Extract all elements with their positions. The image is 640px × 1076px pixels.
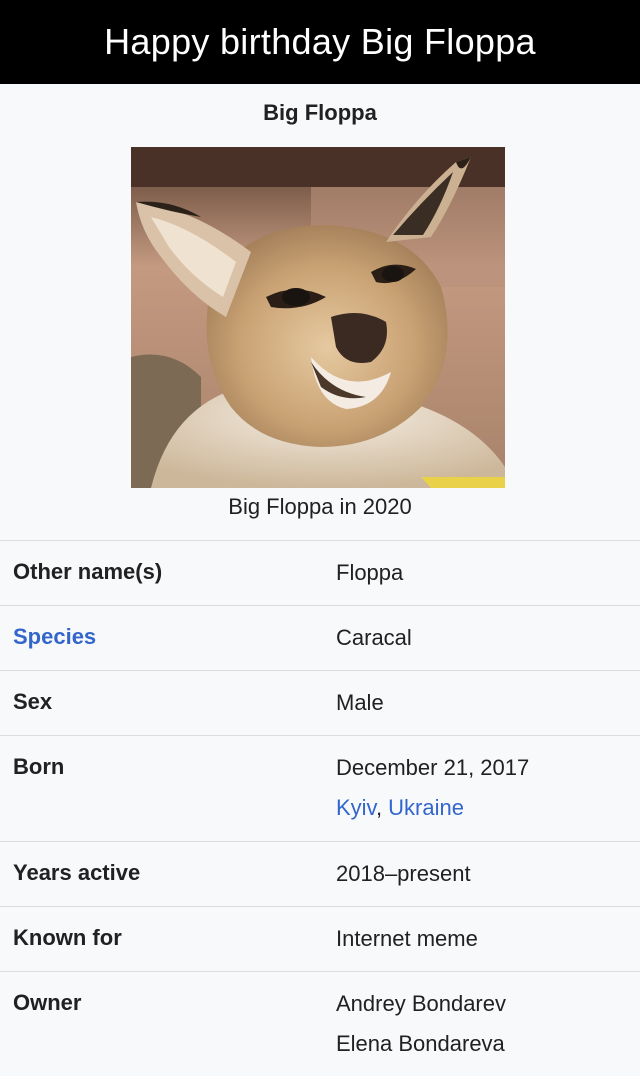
row-label-owner: Owner	[13, 990, 82, 1015]
meme-caption-banner: Happy birthday Big Floppa	[0, 0, 640, 84]
row-value-born-place: Kyiv, Ukraine	[336, 788, 464, 828]
row-years-active: Years active 2018–present	[0, 841, 640, 906]
link-species-label[interactable]: Species	[13, 624, 96, 650]
row-value-born-date: December 21, 2017	[336, 755, 530, 780]
row-value-other-names: Floppa	[336, 560, 404, 585]
link-kyiv[interactable]: Kyiv	[336, 795, 376, 820]
row-value-owner-2: Elena Bondareva	[336, 1031, 505, 1056]
link-ukraine[interactable]: Ukraine	[388, 795, 464, 820]
row-born: Born December 21, 2017 Kyiv, Ukraine	[0, 735, 640, 841]
infobox-rows: Other name(s) Floppa Species Caracal Sex…	[0, 540, 640, 1075]
row-label-known-for: Known for	[13, 925, 122, 950]
row-label-other-names: Other name(s)	[13, 559, 163, 584]
link-caracal[interactable]: Caracal	[336, 618, 412, 658]
row-label-born: Born	[13, 754, 65, 779]
infobox-title: Big Floppa	[263, 100, 377, 125]
link-internet-meme[interactable]: Internet meme	[336, 919, 478, 959]
row-value-sex: Male	[336, 690, 384, 715]
row-other-names: Other name(s) Floppa	[0, 540, 640, 605]
row-value-owner-1: Andrey Bondarev	[336, 991, 506, 1016]
caracal-photo	[131, 147, 505, 488]
image-caption: Big Floppa in 2020	[228, 494, 412, 519]
row-value-years-active: 2018–present	[336, 861, 471, 886]
place-separator: ,	[375, 795, 389, 820]
row-species: Species Caracal	[0, 605, 640, 670]
row-label-years-active: Years active	[13, 860, 141, 885]
row-sex: Sex Male	[0, 670, 640, 735]
meme-caption-text: Happy birthday Big Floppa	[104, 21, 536, 62]
row-known-for: Known for Internet meme	[0, 906, 640, 971]
row-label-sex: Sex	[13, 689, 53, 714]
row-owner: Owner Andrey Bondarev Elena Bondareva	[0, 971, 640, 1075]
